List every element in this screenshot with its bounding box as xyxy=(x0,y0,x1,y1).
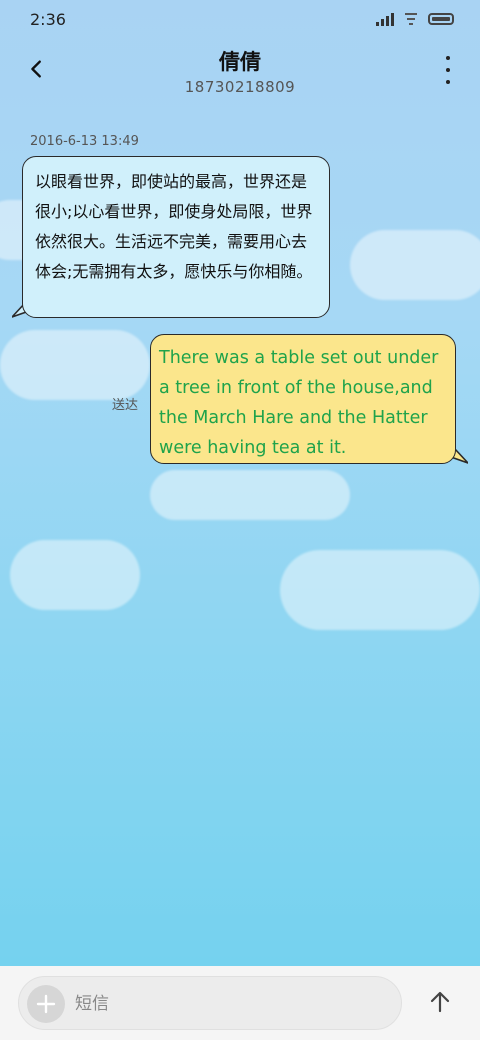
status-time: 2:36 xyxy=(30,10,66,29)
sms-input[interactable] xyxy=(75,985,385,1023)
background-cloud xyxy=(280,550,480,630)
compose-field xyxy=(18,976,402,1030)
compose-bar xyxy=(0,966,480,1040)
signal-icon xyxy=(376,12,394,26)
delivery-status: 送达 xyxy=(112,398,139,413)
outgoing-message-text: There was a table set out under a tree i… xyxy=(159,348,439,458)
wifi-icon xyxy=(404,13,418,25)
send-button[interactable] xyxy=(420,982,460,1022)
more-options-button[interactable] xyxy=(440,56,456,84)
message-timestamp: 2016-6-13 13:49 xyxy=(30,134,139,149)
background-cloud xyxy=(150,470,350,520)
contact-number: 18730218809 xyxy=(184,78,296,96)
outgoing-message-bubble[interactable]: There was a table set out under a tree i… xyxy=(150,334,456,464)
incoming-message-text: 以眼看世界，即使站的最高，世界还是很小;以心看世界，即使身处局限，世界依然很大。… xyxy=(35,172,313,281)
background-cloud xyxy=(10,540,140,610)
more-vertical-icon xyxy=(446,56,450,60)
status-icons xyxy=(376,12,454,26)
add-attachment-button[interactable] xyxy=(27,985,65,1023)
conversation-header: 倩倩 18730218809 xyxy=(0,40,480,110)
send-arrow-icon xyxy=(430,991,450,1013)
plus-icon xyxy=(36,994,56,1014)
contact-name: 倩倩 xyxy=(219,50,261,74)
background-cloud xyxy=(0,330,150,400)
status-bar: 2:36 xyxy=(0,0,480,40)
contact-title: 倩倩 18730218809 xyxy=(0,46,480,96)
incoming-message-bubble[interactable]: 以眼看世界，即使站的最高，世界还是很小;以心看世界，即使身处局限，世界依然很大。… xyxy=(22,156,330,318)
background-cloud xyxy=(350,230,480,300)
battery-icon xyxy=(428,13,454,25)
